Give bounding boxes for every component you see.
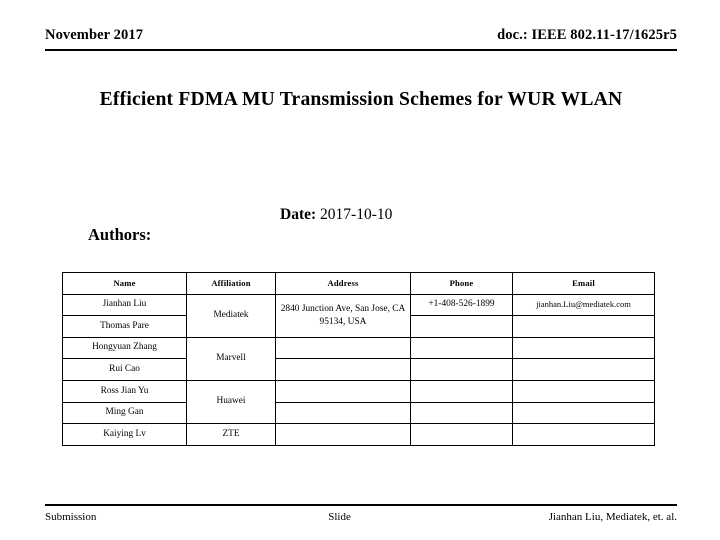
header-date: November 2017 [45,27,144,43]
column-header-phone: Phone [410,272,513,295]
cell-name: Ming Gan [62,401,187,425]
cell-phone [410,401,513,425]
cell-phone [410,379,513,403]
footer-submission-label: Submission [45,511,97,523]
cell-email [512,401,655,425]
table-row: Kaiying Lv ZTE [62,423,655,446]
footer-attribution: Jianhan Liu, Mediatek, et. al. [548,511,677,523]
cell-email [512,379,655,403]
cell-address [275,379,411,403]
cell-address: 2840 Junction Ave, San Jose, CA 95134, U… [275,293,411,338]
footer-divider [45,504,677,506]
table-row: Hongyuan Zhang Marvell [62,336,655,381]
cell-email [512,315,655,338]
date-value: 2017-10-10 [320,206,393,223]
cell-address [275,336,411,360]
cell-affiliation: Huawei [186,379,276,425]
header-document-id: doc.: IEEE 802.11-17/1625r5 [497,27,677,43]
authors-label: Authors: [88,225,152,244]
cell-phone: +1-408-526-1899 [410,293,513,317]
date-label: Date: [280,206,317,223]
cell-name: Rui Cao [62,358,187,381]
cell-affiliation: ZTE [186,423,276,446]
cell-email [512,336,655,360]
cell-phone [410,423,513,446]
cell-address [275,423,411,446]
column-header-address: Address [275,272,411,295]
footer-slide-number: Slide [328,511,351,523]
slide-footer: Submission Slide Jianhan Liu, Mediatek, … [45,510,677,526]
slide-canvas: November 2017 doc.: IEEE 802.11-17/1625r… [0,0,720,540]
column-header-email: Email [512,272,655,295]
date-line: Date: 2017-10-10 [280,205,392,225]
cell-name: Ross Jian Yu [62,379,187,403]
cell-address [275,358,411,381]
cell-email: jianhan.Liu@mediatek.com [512,293,655,317]
cell-phone [410,315,513,338]
authors-table: Name Affiliation Address Phone Email Jia… [62,272,655,446]
table-row: Ming Gan [62,401,655,425]
cell-phone [410,358,513,381]
cell-name: Thomas Pare [62,315,187,338]
cell-affiliation: Mediatek [186,293,276,338]
cell-name: Kaiying Lv [62,423,187,446]
table-row: Ross Jian Yu Huawei [62,379,655,425]
slide-title: Efficient FDMA MU Transmission Schemes f… [99,89,623,110]
cell-phone [410,336,513,360]
header-divider [45,49,677,51]
cell-email [512,423,655,446]
cell-name: Hongyuan Zhang [62,336,187,360]
table-row: Rui Cao [62,358,655,381]
column-header-name: Name [62,272,187,295]
cell-email [512,358,655,381]
table-header-row: Name Affiliation Address Phone Email [62,272,655,295]
column-header-affiliation: Affiliation [186,272,276,295]
slide-header: November 2017 doc.: IEEE 802.11-17/1625r… [45,26,677,48]
cell-address [275,401,411,425]
table-row: Jianhan Liu Mediatek 2840 Junction Ave, … [62,293,655,338]
cell-affiliation: Marvell [186,336,276,381]
cell-name: Jianhan Liu [62,293,187,317]
